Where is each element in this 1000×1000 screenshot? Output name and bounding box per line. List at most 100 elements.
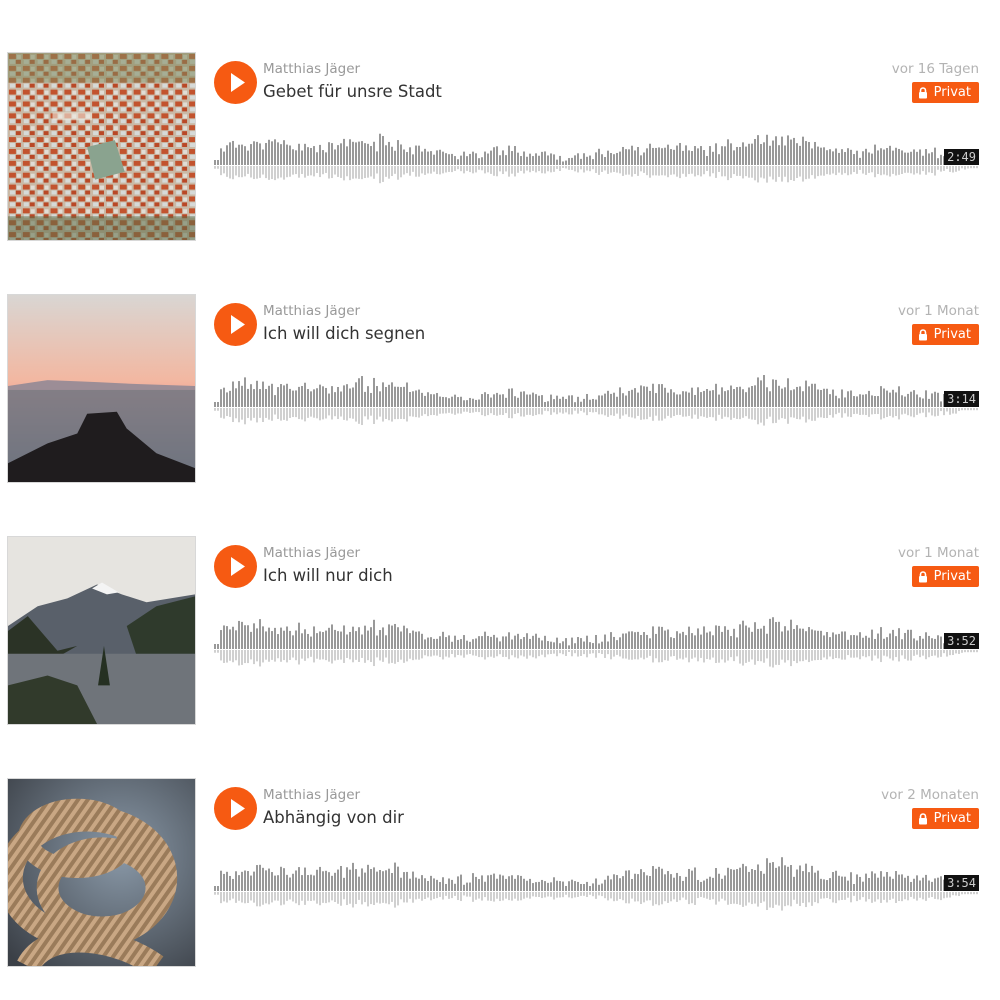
waveform-bar-reflection <box>691 408 693 419</box>
waveform-bar <box>889 633 891 649</box>
waveform-bar <box>457 876 459 891</box>
waveform-bar-reflection <box>664 408 666 419</box>
waveform-bar <box>547 641 549 649</box>
waveform-bar <box>235 630 237 649</box>
artist-name[interactable]: Matthias Jäger <box>263 61 360 77</box>
waveform-bar <box>814 383 816 407</box>
waveform-bar-reflection <box>643 892 645 903</box>
play-button[interactable] <box>214 61 257 104</box>
play-button[interactable] <box>214 545 257 588</box>
waveform-bar <box>640 634 642 649</box>
waveform-bar-reflection <box>706 408 708 418</box>
waveform-bar <box>859 394 861 407</box>
waveform-bar-reflection <box>814 166 816 179</box>
waveform[interactable] <box>214 360 979 430</box>
track-title[interactable]: Gebet für unsre Stadt <box>263 82 442 101</box>
waveform-bar <box>682 880 684 891</box>
waveform-bar <box>700 392 702 407</box>
play-button[interactable] <box>214 787 257 830</box>
waveform-bar-reflection <box>457 408 459 414</box>
cover-art-sunset-cliff[interactable] <box>7 294 196 483</box>
play-button[interactable] <box>214 303 257 346</box>
artist-name[interactable]: Matthias Jäger <box>263 303 360 319</box>
waveform-bar-reflection <box>595 408 597 413</box>
waveform-bar <box>454 883 456 891</box>
waveform-bar-reflection <box>550 166 552 173</box>
waveform-bar-reflection <box>874 650 876 656</box>
waveform-bar-reflection <box>610 166 612 173</box>
waveform-bar <box>646 875 648 891</box>
waveform-bar <box>634 873 636 891</box>
cover-art-mountain-lake[interactable] <box>7 536 196 725</box>
waveform-bar-reflection <box>670 408 672 418</box>
waveform-bar <box>610 632 612 649</box>
waveform-bar-reflection <box>595 166 597 173</box>
waveform-bar <box>916 640 918 649</box>
waveform-bar-reflection <box>967 166 969 169</box>
waveform-bar <box>259 864 261 891</box>
waveform-bar <box>895 636 897 649</box>
cover-art-coiled-rope[interactable] <box>7 778 196 967</box>
artist-name[interactable]: Matthias Jäger <box>263 545 360 561</box>
waveform-bar-reflection <box>265 650 267 660</box>
waveform-bar <box>274 139 276 165</box>
waveform[interactable] <box>214 118 979 188</box>
waveform-bar-reflection <box>478 408 480 413</box>
waveform-bar-reflection <box>895 408 897 417</box>
waveform[interactable] <box>214 602 979 672</box>
waveform-bar-reflection <box>373 408 375 424</box>
waveform-bar <box>433 394 435 407</box>
waveform-bar-reflection <box>367 650 369 661</box>
waveform-bar-reflection <box>448 892 450 899</box>
waveform-bar-reflection <box>934 408 936 417</box>
waveform-bar <box>379 133 381 165</box>
waveform-bar-reflection <box>736 892 738 905</box>
waveform-bar <box>838 398 840 407</box>
waveform-bar <box>334 392 336 407</box>
waveform-bar <box>502 875 504 891</box>
waveform-bar <box>439 636 441 649</box>
waveform-bar-reflection <box>337 892 339 904</box>
waveform-bar <box>409 633 411 649</box>
waveform-bar-reflection <box>805 892 807 908</box>
track-title[interactable]: Abhängig von dir <box>263 808 404 827</box>
waveform-bar-reflection <box>574 166 576 172</box>
waveform-bar <box>262 381 264 407</box>
cover-art-aerial-town[interactable] <box>7 52 196 241</box>
track-title[interactable]: Ich will dich segnen <box>263 324 425 343</box>
waveform[interactable] <box>214 844 979 914</box>
waveform-bar <box>805 631 807 649</box>
waveform-bar-reflection <box>409 166 411 176</box>
waveform-bar <box>652 626 654 649</box>
waveform-bar-reflection <box>919 650 921 658</box>
waveform-bar <box>799 865 801 891</box>
waveform-bar <box>766 633 768 649</box>
track-title[interactable]: Ich will nur dich <box>263 566 393 585</box>
waveform-bar <box>322 871 324 891</box>
waveform-bar <box>325 152 327 165</box>
waveform-bar <box>712 635 714 649</box>
waveform-bar-reflection <box>925 650 927 660</box>
waveform-bar-reflection <box>700 650 702 658</box>
waveform-bar <box>646 634 648 649</box>
waveform-bar-reflection <box>241 166 243 178</box>
waveform-bar <box>358 627 360 649</box>
waveform-bar-reflection <box>901 650 903 656</box>
waveform-bar <box>676 394 678 407</box>
waveform-bar <box>391 625 393 649</box>
waveform-bar <box>316 869 318 891</box>
waveform-bar <box>871 629 873 649</box>
artist-name[interactable]: Matthias Jäger <box>263 787 360 803</box>
waveform-bar <box>466 882 468 891</box>
waveform-bar-reflection <box>433 166 435 172</box>
waveform-bar <box>787 135 789 165</box>
waveform-bar-reflection <box>844 892 846 900</box>
waveform-bar-reflection <box>604 166 606 171</box>
waveform-bar <box>217 886 219 891</box>
waveform-bar-reflection <box>712 166 714 174</box>
waveform-bar-reflection <box>688 892 690 905</box>
waveform-bar-reflection <box>862 650 864 657</box>
waveform-bar <box>508 145 510 165</box>
waveform-bar-reflection <box>496 892 498 899</box>
waveform-bar-reflection <box>214 408 216 411</box>
